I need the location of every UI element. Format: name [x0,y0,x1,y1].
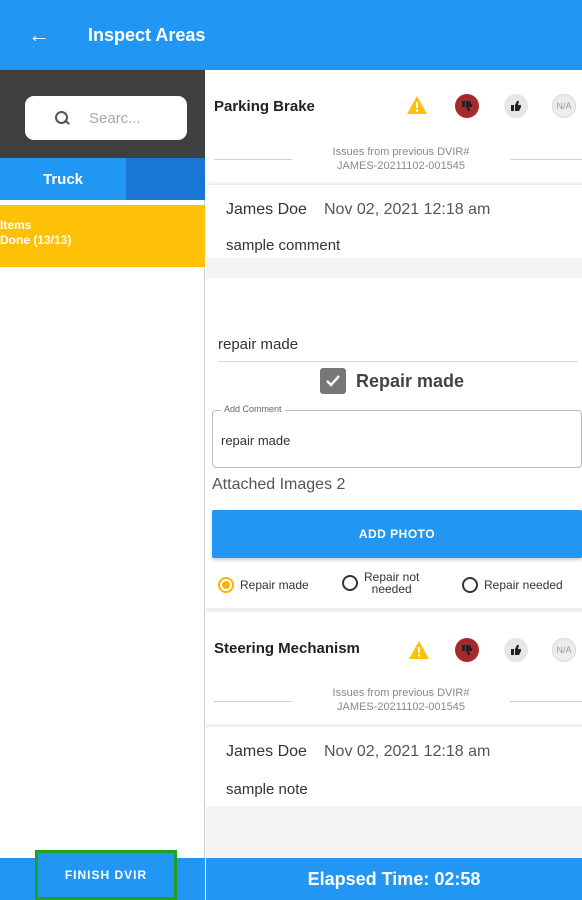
comment-card: James Doe Nov 02, 2021 12:18 am sample n… [206,726,582,806]
search-box[interactable] [25,96,187,140]
item-title: Parking Brake [214,98,315,115]
attached-images-label: Attached Images 2 [212,476,346,493]
items-label: Items [0,218,32,232]
divider [218,361,578,362]
radio-label: Repair needed [484,578,563,592]
divider [510,701,582,702]
comment-card: James Doe Nov 02, 2021 12:18 am sample c… [206,184,582,258]
repair-text: repair made [218,336,299,353]
add-comment-field[interactable]: Add Comment [212,404,582,468]
warning-icon [407,96,427,114]
divider [510,159,582,160]
repair-section: repair made Repair made Add Comment Atta… [206,278,582,608]
comment-author: James Doe [226,201,307,218]
tab-secondary[interactable] [126,158,205,200]
divider [214,159,292,160]
radio-selected-icon [218,577,234,593]
elapsed-label: Elapsed Time: [307,868,430,889]
item-title: Steering Mechanism [214,640,360,657]
prev-issue-text: Issues from previous DVIR# JAMES-2021110… [332,687,470,713]
previous-issue: Issues from previous DVIR# JAMES-2021110… [206,682,582,724]
thumbs-down-icon[interactable] [455,638,479,662]
radio-unselected-icon [462,577,478,593]
comment-text: sample note [226,781,308,798]
radio-repair-not-needed[interactable]: Repair not needed [342,571,419,595]
repair-made-checkbox-row[interactable]: Repair made [320,368,464,394]
radio-label: Repair not needed [364,570,420,596]
prev-issue-text: Issues from previous DVIR# JAMES-2021110… [332,146,470,172]
radio-repair-made[interactable]: Repair made [218,577,309,593]
warning-icon [409,641,429,659]
thumbs-down-icon[interactable] [455,94,479,118]
sidebar: Truck Items Done (13/13) FINISH DVIR [0,70,205,900]
thumbs-up-icon[interactable] [504,94,528,118]
comment-date: Nov 02, 2021 12:18 am [324,743,491,760]
tab-truck[interactable]: Truck [0,158,126,200]
search-icon [55,111,69,125]
divider [214,701,292,702]
item-header-parking-brake: Parking Brake N/A [206,70,582,140]
back-arrow-icon[interactable]: ← [28,24,68,46]
elapsed-value: 02:58 [434,868,481,889]
repair-status-radio-group: Repair made Repair not needed Repair nee… [206,568,582,604]
comment-date: Nov 02, 2021 12:18 am [324,201,491,218]
radio-repair-needed[interactable]: Repair needed [462,577,563,593]
page-title: Inspect Areas [88,24,206,45]
search-input[interactable] [89,109,169,127]
radio-label: Repair made [240,578,309,592]
thumbs-up-icon[interactable] [504,638,528,662]
comment-text: sample comment [226,237,341,254]
na-button[interactable]: N/A [552,94,576,118]
finish-dvir-button[interactable]: FINISH DVIR [35,850,177,900]
elapsed-time-bar: Elapsed Time: 02:58 [206,858,582,900]
comment-author: James Doe [226,743,307,760]
item-header-steering-mechanism: Steering Mechanism N/A [206,612,582,682]
items-done-count: Done (13/13) [0,233,72,247]
checkbox-checked-icon[interactable] [320,368,346,394]
category-tabs: Truck [0,158,205,200]
inspection-list[interactable]: Parking Brake N/A Issues from previous D… [206,70,582,858]
add-photo-button[interactable]: ADD PHOTO [212,510,582,558]
na-button[interactable]: N/A [552,638,576,662]
sidebar-item-items[interactable]: Items Done (13/13) [0,205,205,267]
radio-unselected-icon [342,575,358,591]
previous-issue: Issues from previous DVIR# JAMES-2021110… [206,140,582,182]
app-bar: ← Inspect Areas [0,0,582,70]
field-legend: Add Comment [221,404,285,414]
add-comment-input[interactable] [221,433,561,448]
checkbox-label: Repair made [356,370,465,391]
search-area [0,70,205,158]
